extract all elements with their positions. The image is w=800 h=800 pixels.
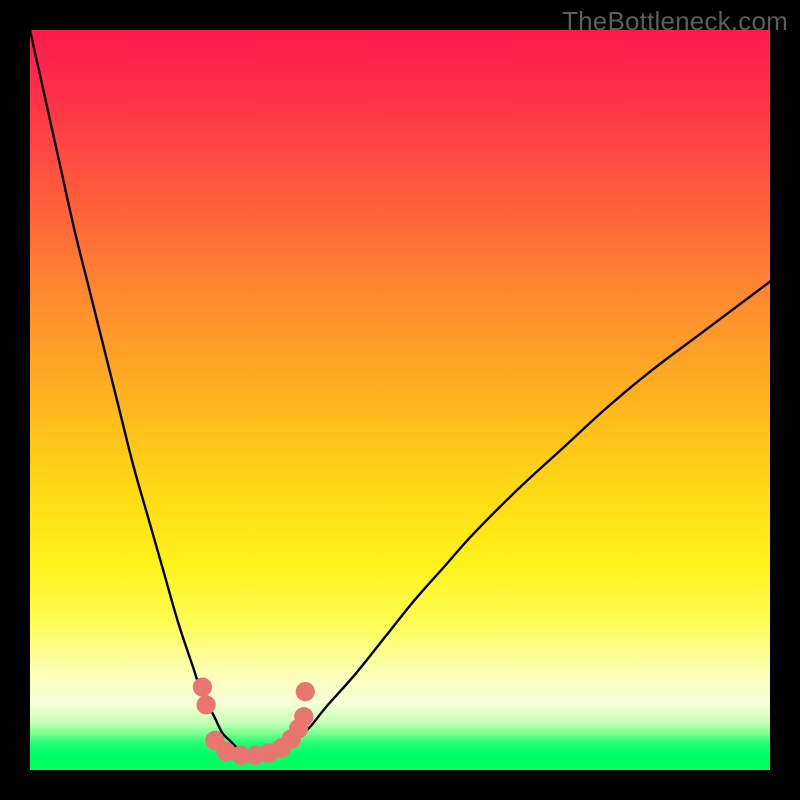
bottleneck-curve xyxy=(30,30,770,755)
marker-dot xyxy=(197,695,216,714)
curve-layer xyxy=(30,30,770,770)
marker-dot xyxy=(193,678,212,697)
marker-dot xyxy=(294,707,313,726)
plot-area xyxy=(30,30,770,770)
marker-group xyxy=(193,678,315,765)
chart-frame: TheBottleneck.com xyxy=(0,0,800,800)
marker-dot xyxy=(296,682,315,701)
